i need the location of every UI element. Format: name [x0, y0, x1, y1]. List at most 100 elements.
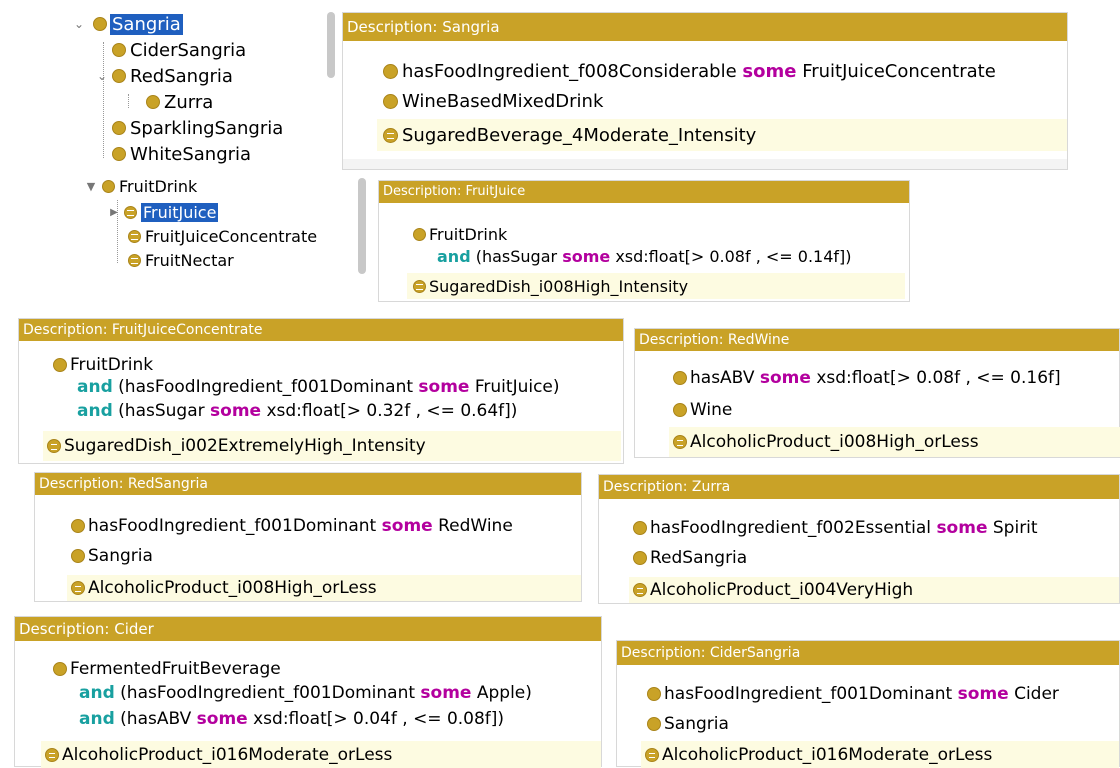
- class-icon: [112, 147, 126, 161]
- inferred-description-row[interactable]: AlcoholicProduct_i004VeryHigh: [629, 577, 1119, 603]
- class-icon: [647, 687, 661, 701]
- tree-node-fruitDrink[interactable]: ▼ FruitDrink: [84, 174, 197, 198]
- tree-node-label: FruitDrink: [119, 176, 198, 196]
- tree-node-label: RedSangria: [130, 65, 233, 87]
- description-row[interactable]: Wine: [673, 397, 732, 423]
- inferred-description-row[interactable]: SugaredBeverage_4Moderate_Intensity: [377, 119, 1067, 151]
- class-hierarchy-tree-fruitdrink: ▼ FruitDrink ▶ FruitJuice FruitJuiceConc…: [80, 176, 362, 276]
- class-icon: [53, 358, 67, 372]
- description-panel-cidersangria: Description: CiderSangria hasFoodIngredi…: [616, 640, 1120, 768]
- class-icon: [146, 95, 160, 109]
- tree-node-redSangria[interactable]: ⌄ RedSangria: [94, 63, 233, 89]
- tree-node-zurra[interactable]: Zurra: [146, 89, 213, 115]
- class-icon: [383, 93, 398, 109]
- tree-node-label: FruitJuice: [141, 202, 219, 222]
- class-icon: [673, 371, 687, 385]
- panel-title: Description: RedWine: [635, 329, 1119, 351]
- panel-title: Description: FruitJuiceConcentrate: [19, 319, 623, 341]
- expand-arrow-icon[interactable]: ▶: [108, 207, 120, 218]
- tree-connector: [103, 42, 104, 158]
- description-row[interactable]: hasFoodIngredient_f001Dominant some Cide…: [647, 681, 1059, 707]
- tree-connector: [128, 94, 129, 108]
- description-row[interactable]: hasFoodIngredient_f008Considerable some …: [383, 57, 996, 85]
- description-row[interactable]: RedSangria: [633, 545, 747, 571]
- description-panel-cider: Description: Cider FermentedFruitBeverag…: [14, 616, 602, 768]
- class-icon: [102, 179, 115, 193]
- tree-node-sangria[interactable]: ⌄ Sangria: [70, 11, 183, 37]
- inferred-description-row[interactable]: AlcoholicProduct_i016Moderate_orLess: [41, 741, 601, 768]
- description-row[interactable]: Sangria: [647, 711, 729, 737]
- collapse-arrow-icon[interactable]: ⌄: [70, 17, 88, 31]
- equivalent-class-icon: [645, 747, 659, 762]
- class-icon: [112, 69, 126, 83]
- description-panel-fruitjuice: Description: FruitJuice FruitDrink and (…: [378, 180, 910, 302]
- inferred-description-row[interactable]: AlcoholicProduct_i008High_orLess: [669, 427, 1120, 457]
- tree-node-label: FruitNectar: [145, 250, 234, 270]
- class-icon: [71, 519, 85, 533]
- tree-node-ciderSangria[interactable]: CiderSangria: [112, 37, 246, 63]
- class-icon: [633, 551, 647, 565]
- inferred-description-row[interactable]: SugaredDish_i008High_Intensity: [407, 273, 905, 299]
- tree-node-label: SparklingSangria: [130, 117, 284, 139]
- description-row[interactable]: WineBasedMixedDrink: [383, 87, 603, 115]
- class-icon: [633, 521, 647, 535]
- equivalent-class-icon: [124, 205, 137, 219]
- description-row-continuation: and (hasFoodIngredient_f001Dominant some…: [79, 683, 532, 703]
- equivalent-class-icon: [413, 279, 426, 293]
- description-panel-sangria: Description: Sangria hasFoodIngredient_f…: [342, 12, 1068, 170]
- equivalent-class-icon: [673, 435, 687, 449]
- tree-node-label: CiderSangria: [130, 39, 247, 61]
- tree-node-label: Sangria: [110, 13, 183, 35]
- equivalent-class-icon: [45, 747, 59, 762]
- description-panel-fruitjuiceconcentrate: Description: FruitJuiceConcentrate Fruit…: [18, 318, 624, 464]
- equivalent-class-icon: [128, 253, 141, 267]
- equivalent-class-icon: [128, 229, 141, 243]
- tree-node-fruitJuice[interactable]: ▶ FruitJuice: [108, 200, 219, 224]
- tree-scrollbar[interactable]: [327, 12, 335, 78]
- tree-node-label: Zurra: [164, 91, 214, 113]
- description-panel-redsangria: Description: RedSangria hasFoodIngredien…: [34, 472, 582, 602]
- class-icon: [53, 662, 67, 676]
- panel-title: Description: Sangria: [343, 13, 1067, 41]
- class-icon: [647, 717, 661, 731]
- description-row[interactable]: hasFoodIngredient_f002Essential some Spi…: [633, 515, 1038, 541]
- panel-title: Description: RedSangria: [35, 473, 581, 495]
- equivalent-class-icon: [71, 581, 85, 595]
- tree-scrollbar[interactable]: [358, 178, 366, 274]
- description-row[interactable]: FruitDrink: [53, 353, 153, 377]
- equivalent-class-icon: [383, 127, 398, 143]
- tree-node-fruitJuiceConcentrate[interactable]: FruitJuiceConcentrate: [128, 224, 317, 248]
- tree-node-fruitNectar[interactable]: FruitNectar: [128, 248, 234, 272]
- class-icon: [112, 121, 126, 135]
- class-icon: [413, 227, 426, 241]
- collapse-arrow-icon[interactable]: ▼: [84, 180, 98, 193]
- description-row-continuation: and (hasFoodIngredient_f001Dominant some…: [77, 377, 560, 397]
- class-hierarchy-tree-sangria: ⌄ Sangria CiderSangria ⌄ RedSangria Zurr…: [60, 10, 322, 170]
- tree-node-sparklingSangria[interactable]: SparklingSangria: [112, 115, 283, 141]
- class-icon: [673, 403, 687, 417]
- tree-node-whiteSangria[interactable]: WhiteSangria: [112, 141, 251, 167]
- collapse-arrow-icon[interactable]: ⌄: [94, 69, 110, 83]
- description-row-continuation: and (hasSugar some xsd:float[> 0.08f , <…: [437, 247, 852, 266]
- inferred-description-row[interactable]: SugaredDish_i002ExtremelyHigh_Intensity: [43, 431, 621, 461]
- description-panel-redwine: Description: RedWine hasABV some xsd:flo…: [634, 328, 1120, 458]
- description-row-continuation: and (hasABV some xsd:float[> 0.04f , <= …: [79, 709, 505, 729]
- description-row[interactable]: Sangria: [71, 543, 153, 569]
- description-row[interactable]: FermentedFruitBeverage: [53, 657, 281, 681]
- tree-node-label: WhiteSangria: [130, 143, 252, 165]
- inferred-description-row[interactable]: AlcoholicProduct_i016Moderate_orLess: [641, 741, 1119, 768]
- class-icon: [93, 17, 107, 31]
- equivalent-class-icon: [633, 583, 647, 597]
- description-row-continuation: and (hasSugar some xsd:float[> 0.32f , <…: [77, 401, 518, 421]
- description-row[interactable]: FruitDrink: [413, 223, 507, 245]
- class-icon: [383, 63, 398, 79]
- class-icon: [71, 549, 85, 563]
- panel-title: Description: Zurra: [599, 475, 1119, 499]
- class-icon: [112, 43, 126, 57]
- inferred-description-row[interactable]: AlcoholicProduct_i008High_orLess: [67, 575, 581, 601]
- panel-title: Description: CiderSangria: [617, 641, 1119, 665]
- panel-title: Description: Cider: [15, 617, 601, 641]
- description-row[interactable]: hasABV some xsd:float[> 0.08f , <= 0.16f…: [673, 365, 1061, 391]
- panel-footer: [343, 159, 1067, 169]
- description-row[interactable]: hasFoodIngredient_f001Dominant some RedW…: [71, 513, 513, 539]
